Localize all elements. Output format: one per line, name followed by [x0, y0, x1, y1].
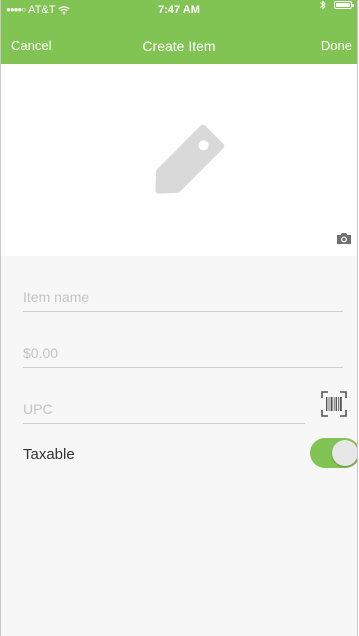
barcode-scan-icon[interactable]	[321, 391, 347, 417]
nav-bar: Cancel Create Item Done	[1, 20, 357, 64]
item-form: Taxable	[1, 256, 357, 478]
tag-icon	[155, 124, 225, 194]
item-image-area[interactable]	[1, 64, 357, 256]
item-name-field	[23, 256, 343, 312]
status-time: 7:47 AM	[158, 4, 200, 16]
taxable-row: Taxable	[23, 424, 357, 478]
upc-input[interactable]	[23, 401, 305, 417]
page-title: Create Item	[142, 38, 216, 54]
upc-field	[23, 368, 305, 424]
header: ●●●●○ AT&T 7:47 AM Cancel Create Item Do…	[1, 0, 357, 64]
toggle-knob	[332, 440, 357, 466]
bluetooth-icon	[320, 0, 326, 10]
status-bar: ●●●●○ AT&T 7:47 AM	[1, 0, 357, 20]
battery-icon	[334, 1, 354, 9]
taxable-toggle[interactable]	[310, 438, 357, 468]
price-input[interactable]	[23, 345, 343, 361]
camera-icon[interactable]	[336, 232, 352, 245]
taxable-label: Taxable	[23, 446, 75, 463]
price-field	[23, 312, 343, 368]
app-frame: ●●●●○ AT&T 7:47 AM Cancel Create Item Do…	[0, 0, 358, 636]
done-button[interactable]: Done	[321, 20, 352, 64]
item-name-input[interactable]	[23, 289, 343, 305]
status-right-group	[320, 0, 354, 10]
